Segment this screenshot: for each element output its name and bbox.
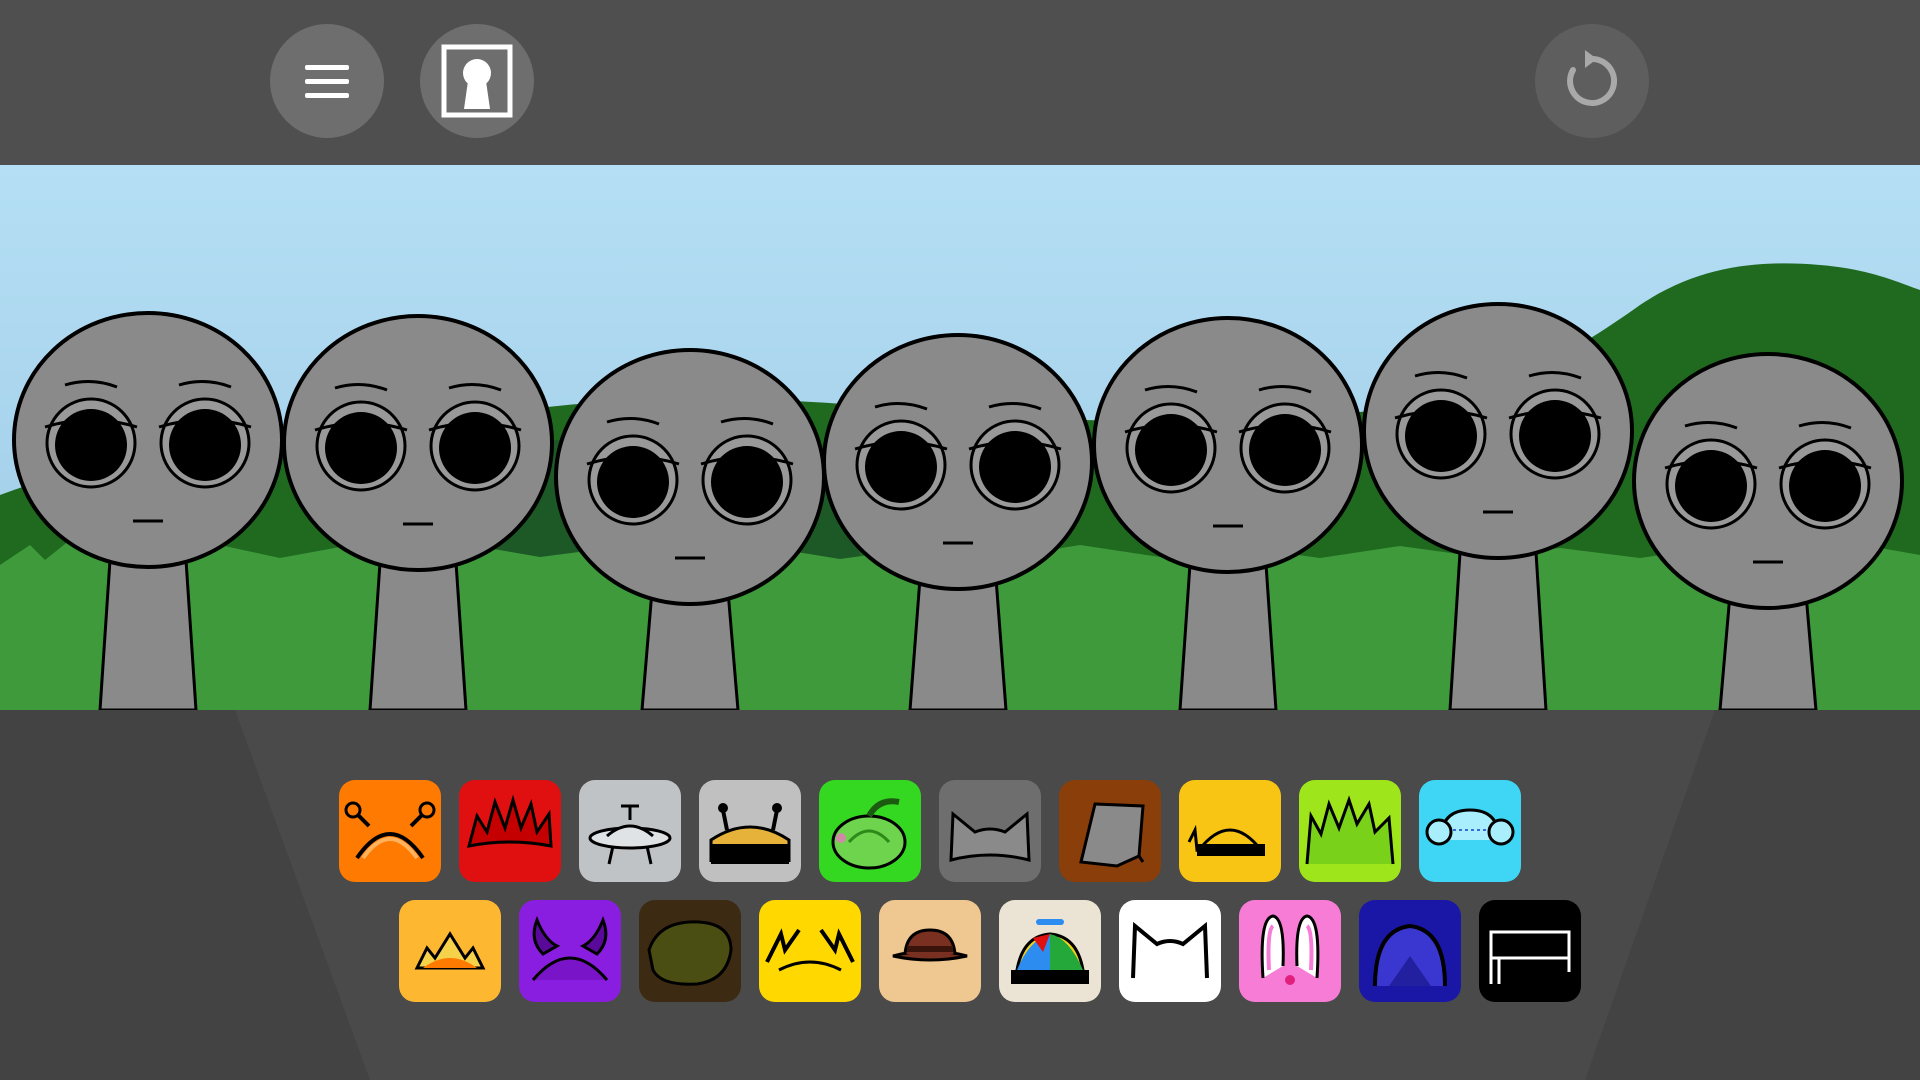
pink-bunny-ears-icon [1260,914,1320,985]
green-melon-icon [831,798,907,870]
brown-fedora-icon [892,928,968,962]
costume-tile-orange-antenna-headband[interactable] [339,780,441,882]
red-spiky-hair-icon [466,794,553,848]
top-toolbar [0,0,1920,165]
lime-spiky-hair-icon [1305,795,1395,865]
white-cat-ears-icon [1131,921,1209,979]
olive-fur-cap-icon [647,920,733,986]
costume-tile-purple-horns[interactable] [519,900,621,1002]
costume-tile-silver-ufo[interactable] [579,780,681,882]
menu-button[interactable] [270,24,384,138]
costume-tile-sun-crown[interactable] [399,900,501,1002]
costume-tile-green-melon[interactable] [819,780,921,882]
yellow-lightning-icon [765,928,855,972]
costume-tile-cyan-headphones[interactable] [1419,780,1521,882]
purple-horns-icon [531,915,609,981]
costume-tile-black-bench[interactable] [1479,900,1581,1002]
costume-tile-yellow-lightning[interactable] [759,900,861,1002]
costume-tile-gray-robot-antenna[interactable] [699,780,801,882]
hamburger-menu-icon [305,65,349,98]
keyhole-portrait-icon [441,44,513,118]
orange-antenna-headband-icon [344,801,436,860]
costume-tile-propeller-cap[interactable] [999,900,1101,1002]
gallery-button[interactable] [420,24,534,138]
costume-tile-brown-bucket[interactable] [1059,780,1161,882]
costume-tile-red-spiky-hair[interactable] [459,780,561,882]
costume-tile-gray-cat-ears[interactable] [939,780,1041,882]
reset-button[interactable] [1535,24,1649,138]
costume-tile-brown-fedora[interactable] [879,900,981,1002]
cyan-headphones-icon [1425,808,1515,846]
costume-tile-blue-hood[interactable] [1359,900,1461,1002]
gray-robot-antenna-icon [709,803,791,864]
costume-tile-pink-bunny-ears[interactable] [1239,900,1341,1002]
sun-crown-icon [414,931,486,970]
black-bench-icon [1489,930,1571,984]
refresh-icon [1567,50,1618,106]
costume-tile-lime-spiky-hair[interactable] [1299,780,1401,882]
gray-cat-ears-icon [949,810,1031,862]
costume-tile-white-cat-ears[interactable] [1119,900,1221,1002]
brown-bucket-icon [1079,802,1145,868]
costume-tile-olive-fur-cap[interactable] [639,900,741,1002]
yellow-headset-icon [1187,824,1265,856]
character-stage [0,165,1920,710]
blue-hood-icon [1373,923,1447,987]
silver-ufo-icon [588,804,672,865]
costume-floor [0,710,1920,1080]
propeller-cap-icon [1011,919,1089,984]
costume-tile-yellow-headset[interactable] [1179,780,1281,882]
